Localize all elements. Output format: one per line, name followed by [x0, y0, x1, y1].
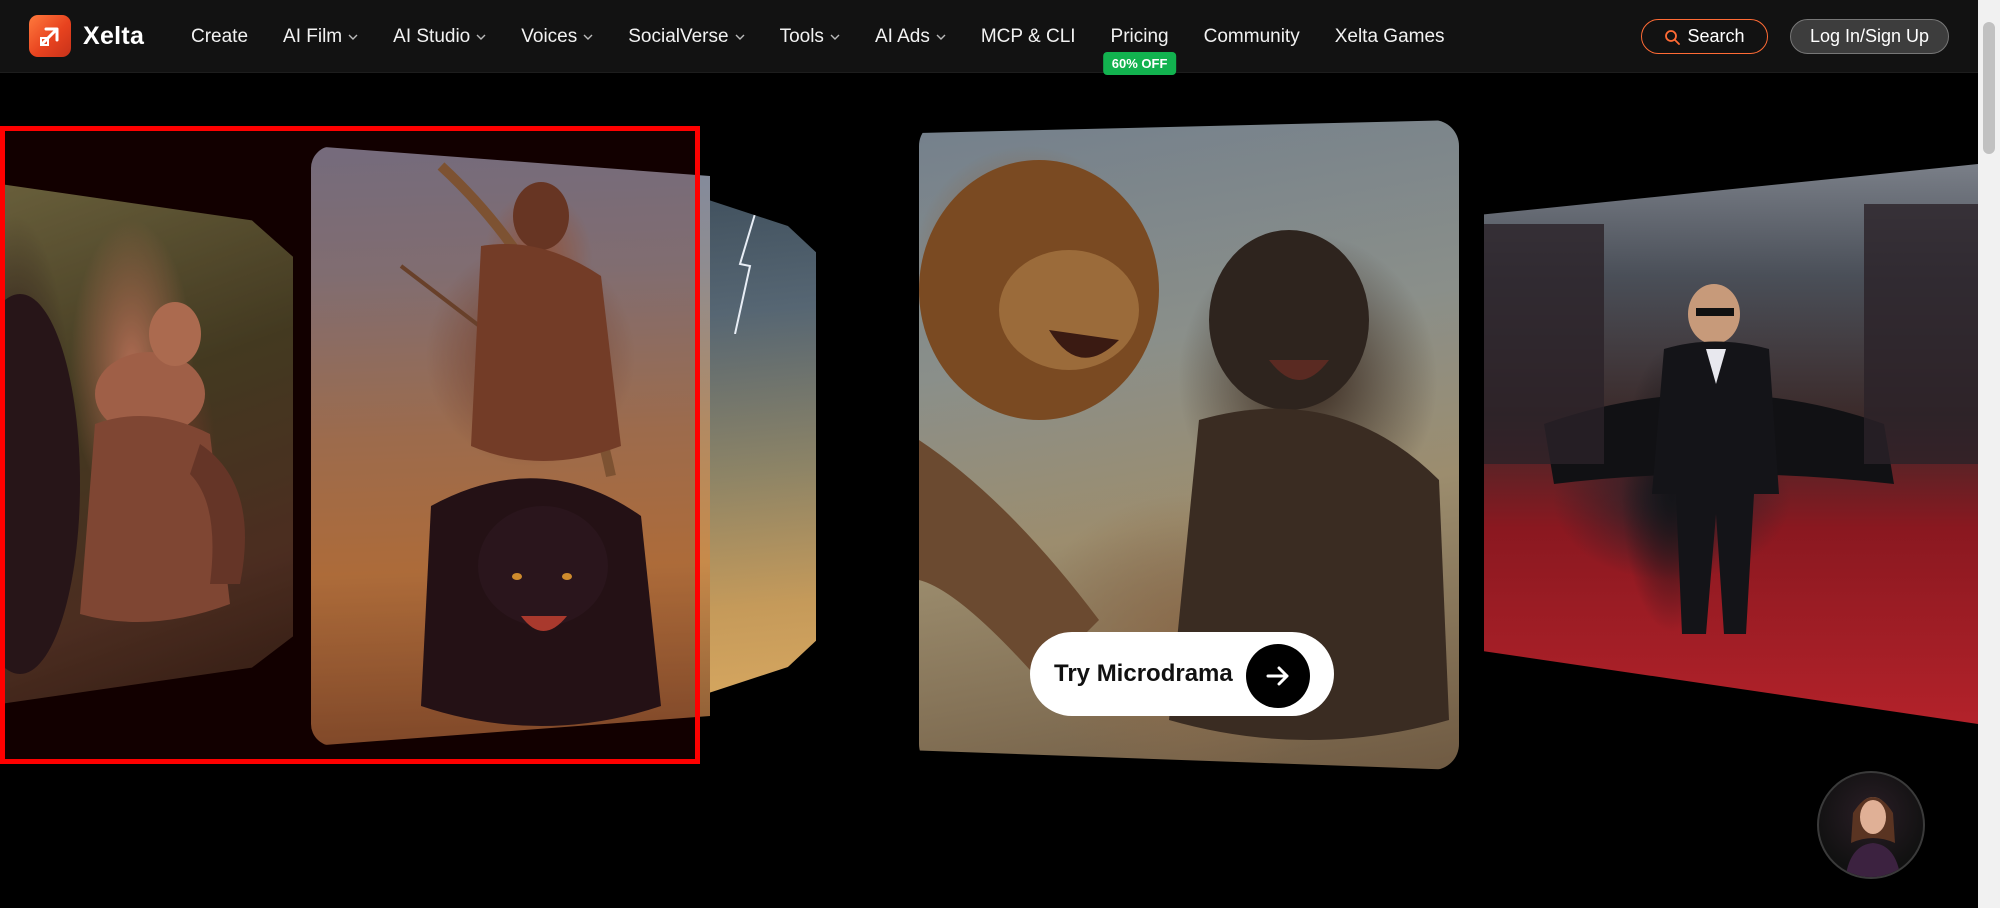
man-on-red-carpet-image	[1484, 204, 1978, 634]
search-button[interactable]: Search	[1641, 19, 1768, 54]
nav-socialverse-label: SocialVerse	[628, 25, 729, 47]
nav-xelta-games-label: Xelta Games	[1334, 25, 1445, 47]
chevron-down-icon	[476, 34, 486, 40]
nav-tools[interactable]: Tools	[780, 26, 840, 48]
discount-badge: 60% OFF	[1102, 51, 1177, 75]
nav-ai-ads[interactable]: AI Ads	[875, 26, 946, 48]
carousel-card-red-carpet[interactable]	[1484, 164, 1978, 724]
scrollbar-thumb[interactable]	[1983, 22, 1995, 154]
chevron-down-icon	[830, 34, 840, 40]
login-signup-label: Log In/Sign Up	[1809, 26, 1930, 46]
nav-ai-film-label: AI Film	[283, 25, 343, 47]
arrow-right-icon	[1246, 644, 1310, 708]
search-button-label: Search	[1687, 26, 1745, 46]
login-signup-button[interactable]: Log In/Sign Up	[1790, 19, 1949, 54]
nav-community[interactable]: Community	[1204, 26, 1300, 48]
woman-avatar-icon	[1845, 797, 1901, 877]
xelta-logo-icon	[29, 15, 71, 57]
brand[interactable]: Xelta	[29, 15, 144, 57]
nav-socialverse[interactable]: SocialVerse	[628, 25, 745, 48]
nav-tools-label: Tools	[779, 25, 824, 47]
carousel-card-lion-gorilla[interactable]: Try Microdrama	[919, 120, 1459, 770]
try-microdrama-label: Try Microdrama	[1054, 660, 1233, 687]
nav-mcp-cli-label: MCP & CLI	[980, 25, 1076, 47]
nav-voices[interactable]: Voices	[521, 26, 593, 48]
nav-voices-label: Voices	[521, 25, 578, 47]
nav-ai-film[interactable]: AI Film	[283, 26, 358, 48]
try-microdrama-button[interactable]: Try Microdrama	[1030, 632, 1334, 716]
hero-carousel: Try Microdrama	[0, 74, 1978, 908]
nav-ai-ads-label: AI Ads	[874, 25, 930, 47]
assistant-avatar[interactable]	[1817, 771, 1925, 879]
nav-pricing[interactable]: Pricing 60% OFF	[1102, 25, 1177, 75]
main-nav: Create AI Film AI Studio Voices SocialVe…	[191, 0, 1480, 75]
chevron-down-icon	[348, 34, 358, 40]
nav-create[interactable]: Create	[191, 26, 248, 48]
search-icon	[1665, 29, 1681, 45]
top-navbar: Xelta Create AI Film AI Studio Voices So…	[0, 0, 1978, 75]
chevron-down-icon	[936, 34, 946, 40]
nav-community-label: Community	[1203, 25, 1300, 47]
nav-pricing-label: Pricing	[1110, 25, 1169, 47]
nav-mcp-cli[interactable]: MCP & CLI	[981, 26, 1076, 48]
chevron-down-icon	[583, 34, 593, 40]
brand-name: Xelta	[83, 21, 145, 50]
nav-ai-studio-label: AI Studio	[393, 25, 471, 47]
lightning-icon	[734, 214, 756, 334]
nav-xelta-games[interactable]: Xelta Games	[1335, 26, 1445, 48]
vertical-scrollbar[interactable]	[1978, 0, 2000, 908]
nav-create-label: Create	[191, 25, 249, 47]
nav-ai-studio[interactable]: AI Studio	[393, 26, 486, 48]
chevron-down-icon	[735, 34, 745, 40]
selection-highlight	[0, 126, 700, 764]
